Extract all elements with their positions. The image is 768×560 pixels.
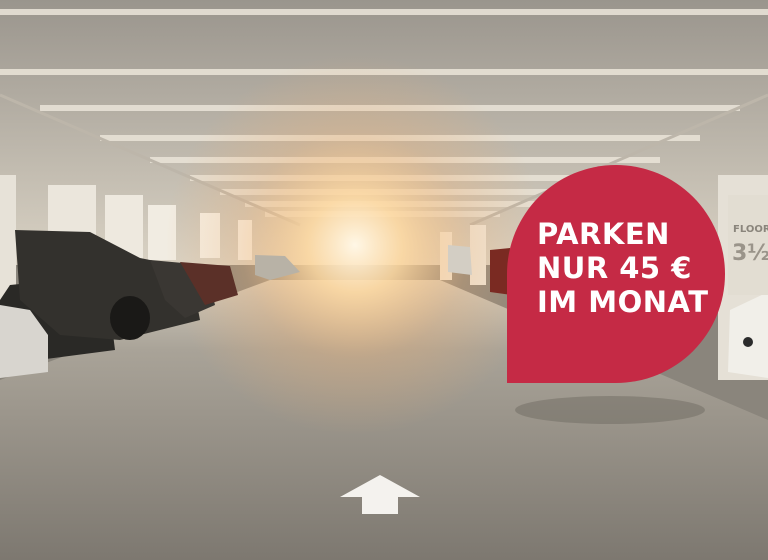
parking-garage-photo: FLOOR 3½ PARKEN NUR 45 € IM MONAT [0,0,768,560]
promo-line-1: PARKEN [537,217,670,251]
badge-shadow [515,396,705,424]
floor-sign-level: 3½ [732,241,768,266]
floor-sign-label: FLOOR [733,224,768,235]
promo-line-3: IM MONAT [537,285,709,319]
promo-line-2: NUR 45 € [537,251,692,285]
floor-sign: FLOOR 3½ [728,195,768,295]
promo-badge: PARKEN NUR 45 € IM MONAT [507,165,725,383]
